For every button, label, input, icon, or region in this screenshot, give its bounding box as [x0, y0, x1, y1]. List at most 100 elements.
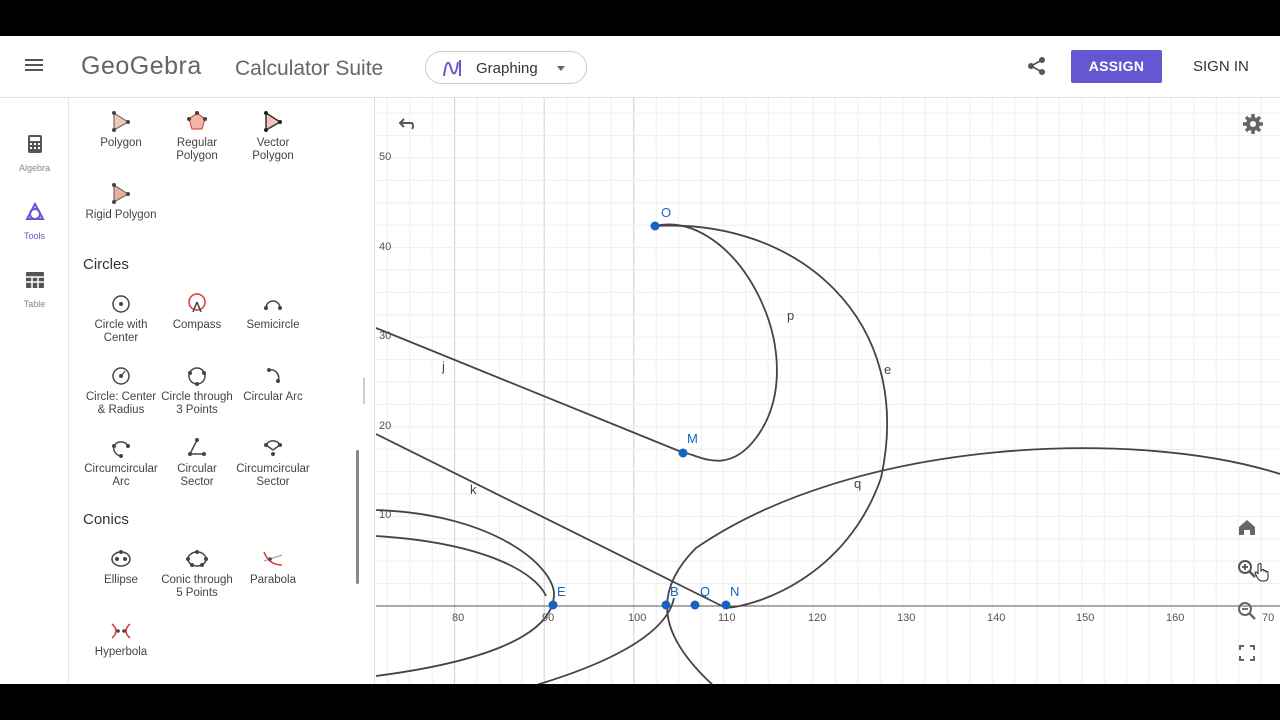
- point-b[interactable]: [661, 600, 671, 610]
- fullscreen-icon[interactable]: [1236, 642, 1258, 664]
- side-rail: Algebra Tools Table: [0, 98, 69, 684]
- curve-parabola-inner: [376, 535, 547, 597]
- tool-label: Rigid Polygon: [85, 209, 157, 221]
- parabola-icon: [263, 551, 283, 566]
- graphics-view[interactable]: O M E B Q N p e j k q 80 90 100 110 120 …: [376, 98, 1280, 684]
- point-label-o: O: [661, 205, 671, 220]
- tool-label: Polygon: [100, 137, 142, 149]
- tool-circle-with-center[interactable]: Circle with Center: [83, 292, 159, 345]
- tool-circumcircular-sector[interactable]: Circumcircular Sector: [235, 436, 311, 489]
- tool-label: Hyperbola: [94, 646, 148, 658]
- graphing-icon: [443, 60, 461, 77]
- tools-scrollbar[interactable]: [356, 450, 359, 584]
- curve-label-j: j: [441, 359, 445, 374]
- tool-label: Circular Arc: [243, 391, 303, 403]
- tool-vector-polygon[interactable]: Vector Polygon: [235, 110, 311, 163]
- point-n[interactable]: [721, 600, 731, 610]
- tool-circumcircular-arc[interactable]: Circumcircular Arc: [83, 436, 159, 489]
- geogebra-logo[interactable]: GeoGebra: [81, 52, 202, 81]
- tool-label: Circumcircular Sector: [236, 463, 310, 488]
- circle-center-radius-icon: [112, 367, 130, 385]
- rail-item-algebra[interactable]: Algebra: [0, 134, 69, 173]
- shapes-icon: [24, 201, 45, 220]
- circular-sector-icon: [188, 438, 206, 456]
- tool-label: Semicircle: [246, 319, 300, 331]
- app-header: GeoGebra Calculator Suite Graphing ASSIG…: [0, 36, 1280, 98]
- point-label-m: M: [687, 431, 698, 446]
- curve-parabola-left: [376, 509, 555, 677]
- graph-canvas[interactable]: O M E B Q N p e j k q 80 90 100 110 120 …: [376, 98, 1280, 684]
- compass-icon: [188, 293, 206, 313]
- rail-label-algebra: Algebra: [18, 163, 51, 173]
- app-selector-dropdown[interactable]: Graphing: [425, 51, 587, 84]
- rigid-polygon-icon: [112, 183, 130, 204]
- ellipse-icon: [111, 550, 131, 567]
- point-m[interactable]: [678, 448, 688, 458]
- tool-label: Circle: Center & Radius: [85, 391, 157, 416]
- rail-item-tools[interactable]: Tools: [0, 201, 69, 241]
- tools-panel: Polygon Regular Polygon Vector Polygon R…: [70, 98, 375, 684]
- circle-three-points-icon: [188, 367, 206, 386]
- rail-item-table[interactable]: Table: [0, 270, 69, 309]
- line-j: [376, 327, 685, 454]
- y-tick-label: 30: [379, 330, 391, 342]
- x-tick-label: 120: [808, 612, 826, 624]
- share-icon[interactable]: [1027, 56, 1047, 76]
- semicircle-icon: [264, 300, 282, 310]
- curve-q: [666, 447, 1280, 684]
- tool-circular-sector[interactable]: Circular Sector: [159, 436, 235, 489]
- regular-polygon-icon: [187, 111, 207, 130]
- point-o[interactable]: [650, 221, 660, 231]
- hamburger-menu-icon[interactable]: [22, 56, 46, 78]
- tool-hyperbola[interactable]: Hyperbola: [83, 619, 159, 659]
- point-label-q: Q: [700, 584, 710, 599]
- tool-label: Regular Polygon: [176, 137, 218, 162]
- tool-circle-center-radius[interactable]: Circle: Center & Radius: [83, 364, 159, 417]
- zoom-out-icon[interactable]: [1236, 600, 1258, 622]
- tool-compass[interactable]: Compass: [159, 292, 235, 332]
- x-tick-label: 80: [452, 612, 464, 624]
- tool-label: Circular Sector: [177, 463, 217, 488]
- tool-regular-polygon[interactable]: Regular Polygon: [159, 110, 235, 163]
- grid: [376, 98, 1280, 684]
- section-title-circles: Circles: [83, 256, 129, 273]
- section-title-conics: Conics: [83, 511, 129, 528]
- tool-semicircle[interactable]: Semicircle: [235, 292, 311, 332]
- tool-label: Compass: [172, 319, 222, 331]
- point-e[interactable]: [548, 600, 558, 610]
- tool-label: Circle through 3 Points: [161, 391, 233, 416]
- home-icon[interactable]: [1236, 516, 1258, 538]
- tool-circle-three-points[interactable]: Circle through 3 Points: [159, 364, 235, 417]
- tool-label: Parabola: [249, 574, 297, 586]
- sign-in-button[interactable]: SIGN IN: [1193, 58, 1249, 75]
- tool-parabola[interactable]: Parabola: [235, 547, 311, 587]
- conic-five-points-icon: [186, 550, 208, 567]
- curve-label-k: k: [470, 482, 477, 497]
- tool-circular-arc[interactable]: Circular Arc: [235, 364, 311, 404]
- tool-ellipse[interactable]: Ellipse: [83, 547, 159, 587]
- gear-icon[interactable]: [1242, 113, 1264, 135]
- geogebra-app: GeoGebra Calculator Suite Graphing ASSIG…: [0, 36, 1280, 684]
- undo-icon[interactable]: [398, 115, 420, 131]
- tool-polygon[interactable]: Polygon: [83, 110, 159, 150]
- point-label-b: B: [670, 584, 679, 599]
- point-q[interactable]: [690, 600, 700, 610]
- y-tick-label: 10: [379, 509, 391, 521]
- y-tick-label: 40: [379, 241, 391, 253]
- circumcircular-arc-icon: [112, 441, 130, 458]
- suite-title: Calculator Suite: [235, 57, 384, 80]
- x-tick-label: 140: [987, 612, 1005, 624]
- x-tick-label: 90: [542, 612, 554, 624]
- circular-arc-icon: [267, 368, 280, 383]
- tool-rigid-polygon[interactable]: Rigid Polygon: [83, 182, 159, 222]
- assign-button[interactable]: ASSIGN: [1071, 50, 1162, 83]
- y-tick-label: 50: [379, 151, 391, 163]
- polygon-icon: [112, 111, 130, 132]
- tool-conic-five-points[interactable]: Conic through 5 Points: [159, 547, 235, 600]
- curve-e: [654, 224, 888, 609]
- curve-p: [654, 223, 778, 462]
- calculator-icon: [27, 135, 42, 153]
- point-label-e: E: [557, 584, 566, 599]
- tool-label: Ellipse: [104, 574, 138, 586]
- curve-label-e: e: [884, 362, 891, 377]
